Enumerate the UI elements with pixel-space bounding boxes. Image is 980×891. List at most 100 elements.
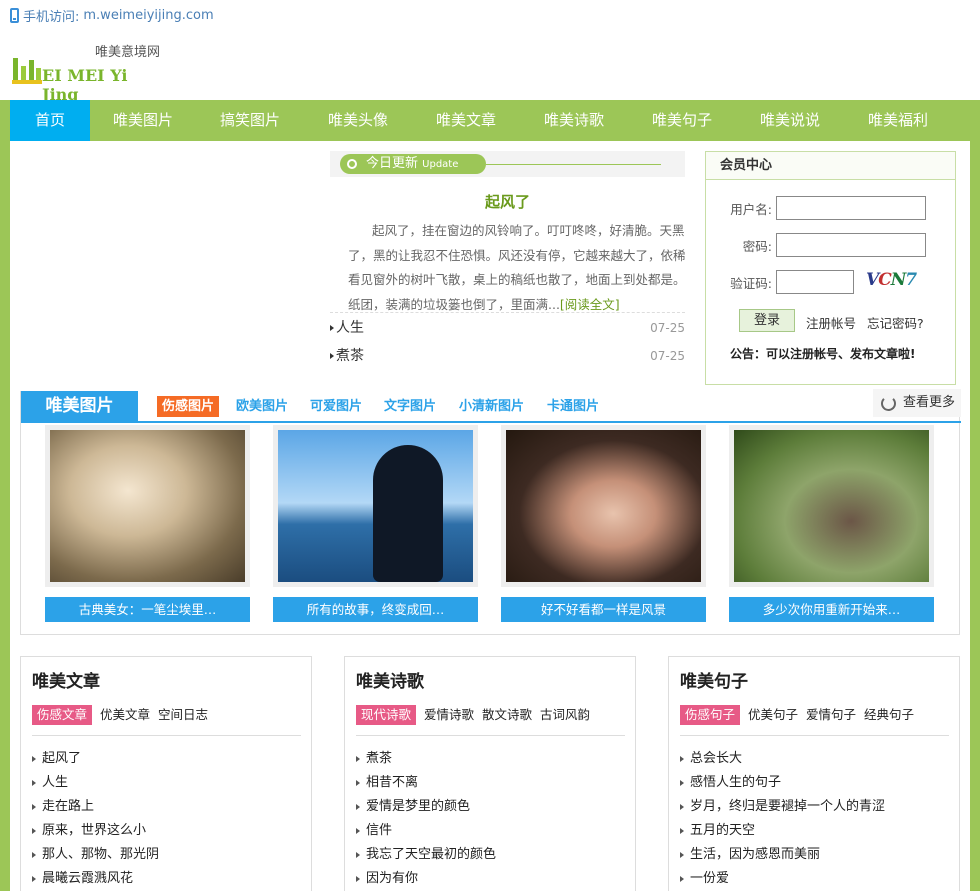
picture-card[interactable]: 古典美女：一笔尘埃里… [45, 425, 250, 622]
member-center: 会员中心 用户名: 密码: 验证码: VCN7 登录 注册帐号 忘记密码? 公告… [705, 151, 956, 385]
triangle-bullet-icon [680, 875, 684, 882]
tab-sad-articles[interactable]: 伤感文章 [32, 705, 93, 725]
sentences-list: 总会长大 感悟人生的句子 岁月，终归是要褪掉一个人的青涩 五月的天空 生活，因为… [680, 747, 949, 891]
list-item[interactable]: 人生 [32, 771, 301, 795]
tab-love-poems[interactable]: 爱情诗歌 [424, 705, 474, 725]
list-item[interactable]: 爱情是梦里的颜色 [356, 795, 625, 819]
tab-classic-sentences[interactable]: 经典句子 [864, 705, 914, 725]
tab-cartoon-pictures[interactable]: 卡通图片 [547, 396, 599, 417]
tab-space-logs[interactable]: 空间日志 [158, 705, 208, 725]
poems-title[interactable]: 唯美诗歌 [356, 667, 424, 692]
nav-home[interactable]: 首页 [10, 100, 90, 141]
list-item[interactable]: 因为有你 [356, 867, 625, 891]
feature-headline[interactable]: 起风了 [330, 191, 685, 212]
articles-title[interactable]: 唯美文章 [32, 667, 100, 692]
site-logo[interactable]: 唯美意境网 EI MEI Yi Jing [10, 40, 162, 104]
tab-fine-articles[interactable]: 优美文章 [100, 705, 150, 725]
picture-thumbnail[interactable] [50, 430, 245, 582]
list-item[interactable]: 原来，世界这么小 [32, 819, 301, 843]
triangle-bullet-icon [32, 779, 36, 786]
triangle-bullet-icon [680, 827, 684, 834]
tab-prose-poems[interactable]: 散文诗歌 [482, 705, 532, 725]
list-item[interactable]: 生活，因为感恩而美丽 [680, 843, 949, 867]
nav-beautiful-pictures[interactable]: 唯美图片 [90, 100, 196, 141]
list-item[interactable]: 晨曦云霞溅风花 [32, 867, 301, 891]
triangle-bullet-icon [356, 875, 360, 882]
mobile-label: 手机访问: [23, 9, 80, 25]
list-item[interactable]: 信件 [356, 819, 625, 843]
picture-caption[interactable]: 好不好看都一样是风景 [501, 597, 706, 622]
login-button[interactable]: 登录 [739, 309, 795, 332]
captcha-image[interactable]: VCN7 [866, 270, 934, 294]
tab-sad-sentences[interactable]: 伤感句子 [680, 705, 741, 725]
logo-site-name: 唯美意境网 [94, 45, 160, 60]
nav-welfare[interactable]: 唯美福利 [844, 100, 952, 141]
tab-fine-sentences[interactable]: 优美句子 [748, 705, 798, 725]
main-content: 今日更新 Update today 起风了 起风了，挂在窗边的风铃响了。叮叮咚咚… [10, 141, 970, 891]
divider [330, 312, 685, 313]
forgot-password-link[interactable]: 忘记密码? [867, 313, 924, 332]
list-item[interactable]: 煮茶 07-25 [330, 342, 685, 370]
mobile-url-link[interactable]: m.weimeiyijing.com [83, 8, 213, 23]
list-item[interactable]: 我忘了天空最初的颜色 [356, 843, 625, 867]
list-item[interactable]: 煮茶 [356, 747, 625, 771]
main-frame: 今日更新 Update today 起风了 起风了，挂在窗边的风铃响了。叮叮咚咚… [0, 141, 980, 891]
nav-talks[interactable]: 唯美说说 [736, 100, 844, 141]
picture-caption[interactable]: 多少次你用重新开始来… [729, 597, 934, 622]
register-link[interactable]: 注册帐号 [806, 313, 856, 332]
picture-thumbnail[interactable] [734, 430, 929, 582]
triangle-bullet-icon [32, 851, 36, 858]
divider [486, 164, 661, 165]
today-update-label: 今日更新 Update today [340, 154, 486, 191]
nav-articles[interactable]: 唯美文章 [412, 100, 520, 141]
triangle-bullet-icon [680, 803, 684, 810]
notice-text: 公告：可以注册帐号、发布文章啦! [730, 347, 916, 361]
today-news-list: 人生 07-25 煮茶 07-25 [330, 314, 685, 370]
list-item[interactable]: 五月的天空 [680, 819, 949, 843]
mobile-access-bar: 手机访问: m.weimeiyijing.com [0, 0, 980, 30]
captcha-input[interactable] [776, 270, 854, 294]
refresh-icon [881, 396, 896, 411]
list-item[interactable]: 总会长大 [680, 747, 949, 771]
tab-fresh-pictures[interactable]: 小清新图片 [459, 396, 524, 417]
list-item[interactable]: 人生 07-25 [330, 314, 685, 342]
password-input[interactable] [776, 233, 926, 257]
nav-funny-pictures[interactable]: 搞笑图片 [196, 100, 304, 141]
read-more-link[interactable]: [阅读全文] [560, 297, 620, 312]
captcha-label: 验证码: [730, 276, 772, 291]
articles-list: 起风了 人生 走在路上 原来，世界这么小 那人、那物、那光阴 晨曦云霞溅风花 [32, 747, 301, 891]
list-item[interactable]: 感悟人生的句子 [680, 771, 949, 795]
picture-card[interactable]: 多少次你用重新开始来… [729, 425, 934, 622]
tab-cute-pictures[interactable]: 可爱图片 [310, 396, 362, 417]
list-item[interactable]: 相昔不离 [356, 771, 625, 795]
divider [32, 735, 301, 736]
picture-card[interactable]: 所有的故事，终变成回… [273, 425, 478, 622]
tab-text-pictures[interactable]: 文字图片 [384, 396, 436, 417]
see-more-button[interactable]: 查看更多 [873, 389, 961, 417]
list-item[interactable]: 起风了 [32, 747, 301, 771]
list-item[interactable]: 那人、那物、那光阴 [32, 843, 301, 867]
sentences-title[interactable]: 唯美句子 [680, 667, 748, 692]
picture-card[interactable]: 好不好看都一样是风景 [501, 425, 706, 622]
nav-avatars[interactable]: 唯美头像 [304, 100, 412, 141]
picture-thumbnail[interactable] [278, 430, 473, 582]
tab-love-sentences[interactable]: 爱情句子 [806, 705, 856, 725]
picture-caption[interactable]: 古典美女：一笔尘埃里… [45, 597, 250, 622]
tab-sad-pictures[interactable]: 伤感图片 [157, 396, 220, 417]
nav-poems[interactable]: 唯美诗歌 [520, 100, 628, 141]
tab-modern-poems[interactable]: 现代诗歌 [356, 705, 417, 725]
picture-caption[interactable]: 所有的故事，终变成回… [273, 597, 478, 622]
tab-western-pictures[interactable]: 欧美图片 [236, 396, 288, 417]
tab-classical-ci[interactable]: 古词风韵 [540, 705, 590, 725]
username-input[interactable] [776, 196, 926, 220]
triangle-bullet-icon [330, 325, 334, 331]
list-item[interactable]: 一份爱 [680, 867, 949, 891]
triangle-bullet-icon [32, 875, 36, 882]
list-item[interactable]: 走在路上 [32, 795, 301, 819]
list-item[interactable]: 岁月，终归是要褪掉一个人的青涩 [680, 795, 949, 819]
poems-section: 唯美诗歌 现代诗歌 爱情诗歌 散文诗歌 古词风韵 煮茶 相昔不离 爱情是梦里的颜… [344, 656, 636, 891]
triangle-bullet-icon [680, 755, 684, 762]
nav-sentences[interactable]: 唯美句子 [628, 100, 736, 141]
picture-thumbnail[interactable] [506, 430, 701, 582]
pictures-section-title[interactable]: 唯美图片 [21, 391, 138, 423]
